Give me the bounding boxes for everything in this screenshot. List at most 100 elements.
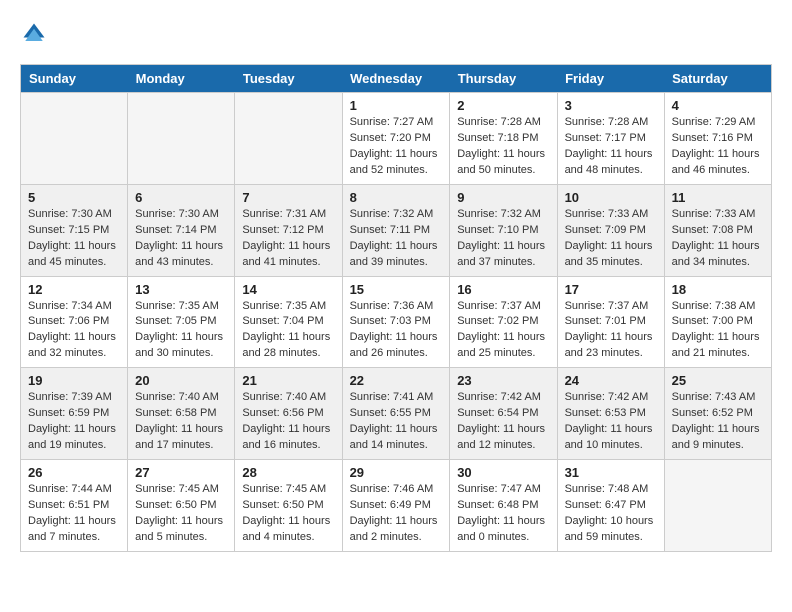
day-number: 22 [350, 373, 443, 388]
calendar-cell: 30Sunrise: 7:47 AM Sunset: 6:48 PM Dayli… [450, 460, 557, 552]
calendar-cell [21, 93, 128, 185]
day-info: Sunrise: 7:33 AM Sunset: 7:09 PM Dayligh… [565, 207, 657, 271]
calendar-header-monday: Monday [128, 65, 235, 93]
calendar-header-row: SundayMondayTuesdayWednesdayThursdayFrid… [21, 65, 772, 93]
calendar-cell: 10 Sunrise: 7:33 AM Sunset: 7:09 PM Dayli… [557, 184, 664, 276]
calendar-cell: 2 Sunrise: 7:28 AM Sunset: 7:18 PM Daylig… [450, 93, 557, 185]
logo-icon [20, 20, 48, 48]
day-info: Sunrise: 7:34 AM Sunset: 7:06 PM Dayligh… [28, 299, 120, 363]
day-number: 19 [28, 373, 120, 388]
day-number: 26 [28, 465, 120, 480]
day-info: Sunrise: 7:29 AM Sunset: 7:16 PM Dayligh… [672, 115, 764, 179]
day-number: 25 [672, 373, 764, 388]
day-number: 16 [457, 282, 549, 297]
calendar-header-thursday: Thursday [450, 65, 557, 93]
day-info: Sunrise: 7:35 AM Sunset: 7:04 PM Dayligh… [242, 299, 334, 363]
day-info: Sunrise: 7:37 AM Sunset: 7:02 PM Dayligh… [457, 299, 549, 363]
calendar-week-row: 5 Sunrise: 7:30 AM Sunset: 7:15 PM Daylig… [21, 184, 772, 276]
day-number: 6 [135, 190, 227, 205]
calendar-cell: 22 Sunrise: 7:41 AM Sunset: 6:55 PM Dayli… [342, 368, 450, 460]
day-info: Sunrise: 7:45 AM Sunset: 6:50 PM Dayligh… [135, 482, 227, 546]
day-number: 13 [135, 282, 227, 297]
calendar-cell: 26 Sunrise: 7:44 AM Sunset: 6:51 PM Dayli… [21, 460, 128, 552]
calendar-cell: 15Sunrise: 7:36 AM Sunset: 7:03 PM Dayli… [342, 276, 450, 368]
day-number: 4 [672, 98, 764, 113]
calendar-cell: 25 Sunrise: 7:43 AM Sunset: 6:52 PM Dayli… [664, 368, 771, 460]
day-number: 30 [457, 465, 549, 480]
day-info: Sunrise: 7:30 AM Sunset: 7:15 PM Dayligh… [28, 207, 120, 271]
day-number: 18 [672, 282, 764, 297]
calendar-cell: 6 Sunrise: 7:30 AM Sunset: 7:14 PM Daylig… [128, 184, 235, 276]
calendar-cell: 11 Sunrise: 7:33 AM Sunset: 7:08 PM Dayli… [664, 184, 771, 276]
day-info: Sunrise: 7:32 AM Sunset: 7:11 PM Dayligh… [350, 207, 443, 271]
calendar-week-row: 26 Sunrise: 7:44 AM Sunset: 6:51 PM Dayli… [21, 460, 772, 552]
day-number: 7 [242, 190, 334, 205]
day-number: 21 [242, 373, 334, 388]
calendar-cell: 9Sunrise: 7:32 AM Sunset: 7:10 PM Daylig… [450, 184, 557, 276]
calendar-header-saturday: Saturday [664, 65, 771, 93]
day-info: Sunrise: 7:41 AM Sunset: 6:55 PM Dayligh… [350, 390, 443, 454]
day-info: Sunrise: 7:28 AM Sunset: 7:18 PM Dayligh… [457, 115, 549, 179]
day-number: 11 [672, 190, 764, 205]
day-number: 27 [135, 465, 227, 480]
day-number: 24 [565, 373, 657, 388]
calendar-cell: 5 Sunrise: 7:30 AM Sunset: 7:15 PM Daylig… [21, 184, 128, 276]
page-header [20, 20, 772, 48]
day-number: 5 [28, 190, 120, 205]
calendar-cell: 13Sunrise: 7:35 AM Sunset: 7:05 PM Dayli… [128, 276, 235, 368]
calendar-cell: 28 Sunrise: 7:45 AM Sunset: 6:50 PM Dayli… [235, 460, 342, 552]
day-info: Sunrise: 7:45 AM Sunset: 6:50 PM Dayligh… [242, 482, 334, 546]
day-number: 12 [28, 282, 120, 297]
day-number: 31 [565, 465, 657, 480]
calendar-table: SundayMondayTuesdayWednesdayThursdayFrid… [20, 64, 772, 552]
day-info: Sunrise: 7:32 AM Sunset: 7:10 PM Dayligh… [457, 207, 549, 271]
calendar-cell: 3 Sunrise: 7:28 AM Sunset: 7:17 PM Daylig… [557, 93, 664, 185]
day-info: Sunrise: 7:48 AM Sunset: 6:47 PM Dayligh… [565, 482, 657, 546]
day-info: Sunrise: 7:40 AM Sunset: 6:56 PM Dayligh… [242, 390, 334, 454]
calendar-cell: 20Sunrise: 7:40 AM Sunset: 6:58 PM Dayli… [128, 368, 235, 460]
day-info: Sunrise: 7:46 AM Sunset: 6:49 PM Dayligh… [350, 482, 443, 546]
day-number: 2 [457, 98, 549, 113]
calendar-week-row: 12 Sunrise: 7:34 AM Sunset: 7:06 PM Dayli… [21, 276, 772, 368]
day-number: 17 [565, 282, 657, 297]
day-number: 3 [565, 98, 657, 113]
day-info: Sunrise: 7:36 AM Sunset: 7:03 PM Dayligh… [350, 299, 443, 363]
day-info: Sunrise: 7:42 AM Sunset: 6:53 PM Dayligh… [565, 390, 657, 454]
calendar-header-friday: Friday [557, 65, 664, 93]
day-info: Sunrise: 7:43 AM Sunset: 6:52 PM Dayligh… [672, 390, 764, 454]
day-number: 1 [350, 98, 443, 113]
day-info: Sunrise: 7:28 AM Sunset: 7:17 PM Dayligh… [565, 115, 657, 179]
day-info: Sunrise: 7:38 AM Sunset: 7:00 PM Dayligh… [672, 299, 764, 363]
calendar-cell: 24 Sunrise: 7:42 AM Sunset: 6:53 PM Dayli… [557, 368, 664, 460]
day-info: Sunrise: 7:31 AM Sunset: 7:12 PM Dayligh… [242, 207, 334, 271]
calendar-cell: 17 Sunrise: 7:37 AM Sunset: 7:01 PM Dayli… [557, 276, 664, 368]
day-info: Sunrise: 7:44 AM Sunset: 6:51 PM Dayligh… [28, 482, 120, 546]
calendar-cell: 12 Sunrise: 7:34 AM Sunset: 7:06 PM Dayli… [21, 276, 128, 368]
calendar-cell: 7 Sunrise: 7:31 AM Sunset: 7:12 PM Daylig… [235, 184, 342, 276]
calendar-cell: 23 Sunrise: 7:42 AM Sunset: 6:54 PM Dayli… [450, 368, 557, 460]
logo [20, 20, 52, 48]
calendar-cell: 16 Sunrise: 7:37 AM Sunset: 7:02 PM Dayli… [450, 276, 557, 368]
day-info: Sunrise: 7:37 AM Sunset: 7:01 PM Dayligh… [565, 299, 657, 363]
calendar-cell: 29Sunrise: 7:46 AM Sunset: 6:49 PM Dayli… [342, 460, 450, 552]
day-info: Sunrise: 7:39 AM Sunset: 6:59 PM Dayligh… [28, 390, 120, 454]
day-number: 28 [242, 465, 334, 480]
day-number: 23 [457, 373, 549, 388]
day-info: Sunrise: 7:27 AM Sunset: 7:20 PM Dayligh… [350, 115, 443, 179]
calendar-cell: 4 Sunrise: 7:29 AM Sunset: 7:16 PM Daylig… [664, 93, 771, 185]
day-info: Sunrise: 7:30 AM Sunset: 7:14 PM Dayligh… [135, 207, 227, 271]
calendar-header-wednesday: Wednesday [342, 65, 450, 93]
day-number: 10 [565, 190, 657, 205]
calendar-week-row: 1 Sunrise: 7:27 AM Sunset: 7:20 PM Daylig… [21, 93, 772, 185]
calendar-cell: 14 Sunrise: 7:35 AM Sunset: 7:04 PM Dayli… [235, 276, 342, 368]
day-info: Sunrise: 7:40 AM Sunset: 6:58 PM Dayligh… [135, 390, 227, 454]
calendar-cell [235, 93, 342, 185]
day-number: 8 [350, 190, 443, 205]
day-info: Sunrise: 7:33 AM Sunset: 7:08 PM Dayligh… [672, 207, 764, 271]
calendar-week-row: 19 Sunrise: 7:39 AM Sunset: 6:59 PM Dayli… [21, 368, 772, 460]
day-number: 14 [242, 282, 334, 297]
calendar-cell: 1 Sunrise: 7:27 AM Sunset: 7:20 PM Daylig… [342, 93, 450, 185]
day-info: Sunrise: 7:42 AM Sunset: 6:54 PM Dayligh… [457, 390, 549, 454]
calendar-header-tuesday: Tuesday [235, 65, 342, 93]
calendar-cell: 27 Sunrise: 7:45 AM Sunset: 6:50 PM Dayli… [128, 460, 235, 552]
